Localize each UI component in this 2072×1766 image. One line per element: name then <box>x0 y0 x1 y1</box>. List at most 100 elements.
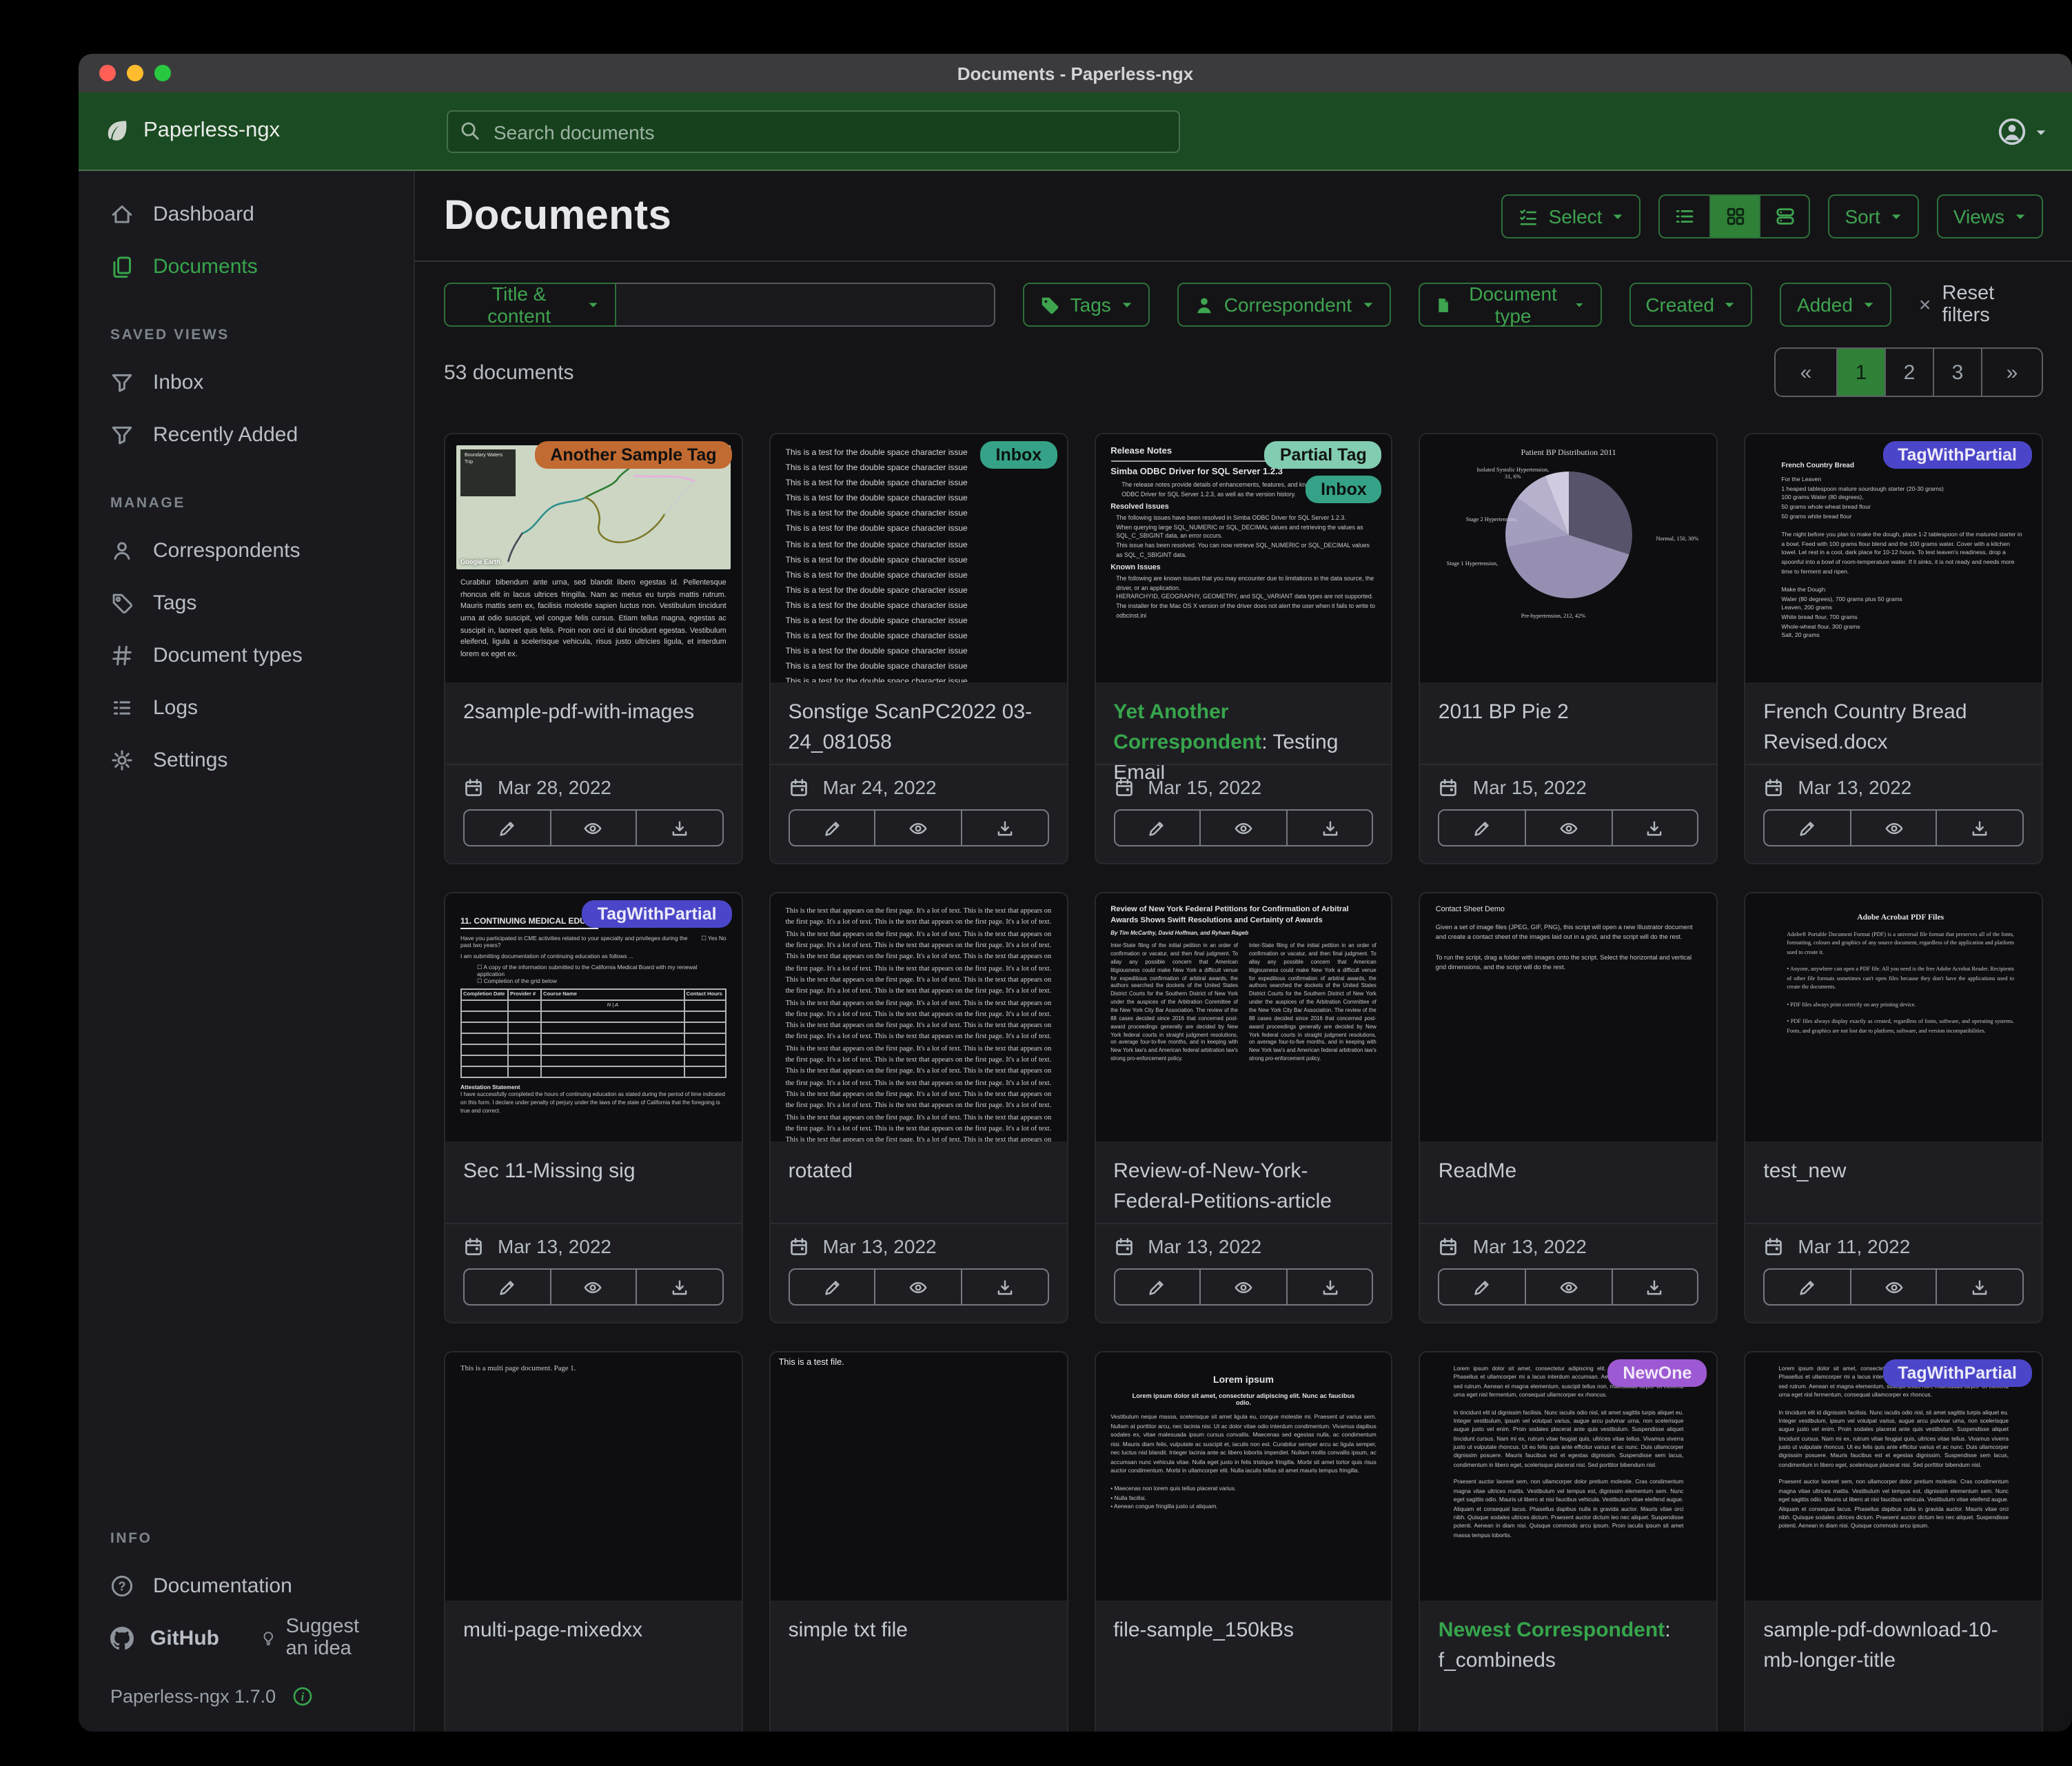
pagination-page-2[interactable]: 2 <box>1885 349 1933 396</box>
close-window-button[interactable] <box>99 65 116 81</box>
edit-document-button[interactable] <box>465 811 549 845</box>
sort-button[interactable]: Sort <box>1828 194 1918 238</box>
document-thumbnail[interactable]: French Country BreadFor the Leaven 1 hea… <box>1745 434 2042 682</box>
download-document-button[interactable] <box>961 1270 1047 1304</box>
sidebar-item-tags[interactable]: Tags <box>79 576 414 629</box>
document-title[interactable]: Review-of-New-York-Federal-Petitions-art… <box>1113 1157 1374 1217</box>
document-correspondent[interactable]: Newest Correspondent <box>1439 1618 1665 1642</box>
view-document-button[interactable] <box>1525 1270 1611 1304</box>
filter-tags-button[interactable]: Tags <box>1024 283 1150 327</box>
brand[interactable]: Paperless-ngx <box>103 117 280 145</box>
edit-document-button[interactable] <box>1765 811 1849 845</box>
filter-document-type-button[interactable]: Document type <box>1418 283 1601 327</box>
download-document-button[interactable] <box>1936 1270 2022 1304</box>
view-mode-grid[interactable] <box>1709 196 1759 237</box>
title-content-input[interactable] <box>616 283 996 327</box>
view-document-button[interactable] <box>1850 811 1936 845</box>
sidebar-item-inbox[interactable]: Inbox <box>79 356 414 408</box>
document-thumbnail[interactable]: Adobe Acrobat PDF FilesAdobe® Portable D… <box>1745 893 2042 1141</box>
document-thumbnail[interactable]: This is a test for the double space char… <box>771 434 1067 682</box>
download-document-button[interactable] <box>1611 1270 1697 1304</box>
minimize-window-button[interactable] <box>127 65 143 81</box>
document-title[interactable]: simple txt file <box>789 1616 1049 1646</box>
edit-document-button[interactable] <box>465 1270 549 1304</box>
document-thumbnail[interactable]: This is a test file. <box>771 1352 1067 1601</box>
document-thumbnail[interactable]: Lorem ipsumLorem ipsum dolor sit amet, c… <box>1095 1352 1392 1601</box>
tag-badge[interactable]: TagWithPartial <box>1882 1359 2032 1387</box>
user-menu[interactable] <box>1998 116 2047 145</box>
tag-badge[interactable]: Partial Tag <box>1265 441 1382 469</box>
download-document-button[interactable] <box>636 1270 722 1304</box>
view-document-button[interactable] <box>1199 1270 1286 1304</box>
document-thumbnail[interactable]: Lorem ipsum dolor sit amet, consectetur … <box>1421 1352 1717 1601</box>
document-title[interactable]: rotated <box>789 1157 1049 1187</box>
view-document-button[interactable] <box>549 811 636 845</box>
view-mode-details[interactable] <box>1759 196 1809 237</box>
view-document-button[interactable] <box>875 811 961 845</box>
document-title[interactable]: sample-pdf-download-10-mb-longer-title <box>1763 1616 2024 1676</box>
title-content-dropdown[interactable]: Title & content <box>444 283 616 327</box>
download-document-button[interactable] <box>1286 1270 1372 1304</box>
search-input[interactable] <box>447 110 1180 153</box>
document-title[interactable]: multi-page-mixedxx <box>463 1616 724 1646</box>
edit-document-button[interactable] <box>1765 1270 1849 1304</box>
view-document-button[interactable] <box>1199 811 1286 845</box>
document-title[interactable]: file-sample_150kBs <box>1113 1616 1374 1646</box>
pagination-page-1[interactable]: 1 <box>1836 349 1885 396</box>
sidebar-item-suggest-idea[interactable]: Suggest an idea <box>261 1616 382 1660</box>
filter-correspondent-button[interactable]: Correspondent <box>1177 283 1390 327</box>
edit-document-button[interactable] <box>1115 811 1199 845</box>
view-document-button[interactable] <box>1525 811 1611 845</box>
document-title[interactable]: Sec 11-Missing sig <box>463 1157 724 1187</box>
download-document-button[interactable] <box>1286 811 1372 845</box>
pagination-page-3[interactable]: 3 <box>1933 349 1981 396</box>
document-thumbnail[interactable]: Contact Sheet DemoGiven a set of image f… <box>1421 893 1717 1141</box>
document-thumbnail[interactable]: Lorem ipsum dolor sit amet, consectetur … <box>1745 1352 2042 1601</box>
sidebar-item-github[interactable]: GitHub <box>110 1626 219 1650</box>
tag-badge[interactable]: TagWithPartial <box>582 900 732 928</box>
view-document-button[interactable] <box>1850 1270 1936 1304</box>
reset-filters-button[interactable]: × Reset filters <box>1919 283 2043 327</box>
download-document-button[interactable] <box>1936 811 2022 845</box>
sidebar-item-documentation[interactable]: ? Documentation <box>79 1559 414 1612</box>
document-title[interactable]: 2sample-pdf-with-images <box>463 698 724 728</box>
sidebar-item-document-types[interactable]: Document types <box>79 629 414 681</box>
views-button[interactable]: Views <box>1937 194 2043 238</box>
sidebar-item-dashboard[interactable]: Dashboard <box>79 187 414 240</box>
edit-document-button[interactable] <box>1440 811 1525 845</box>
document-thumbnail[interactable]: This is the text that appears on the fir… <box>771 893 1067 1141</box>
pagination-next[interactable]: » <box>1981 349 2042 396</box>
sidebar-item-correspondents[interactable]: Correspondents <box>79 524 414 576</box>
filter-created-button[interactable]: Created <box>1629 283 1753 327</box>
download-document-button[interactable] <box>961 811 1047 845</box>
document-title[interactable]: French Country Bread Revised.docx <box>1763 698 2024 758</box>
document-title[interactable]: Sonstige ScanPC2022 03-24_081058 <box>789 698 1049 758</box>
zoom-window-button[interactable] <box>154 65 171 81</box>
tag-badge[interactable]: Another Sample Tag <box>535 441 731 469</box>
document-title[interactable]: Newest Correspondent: f_combineds <box>1439 1616 1699 1676</box>
view-document-button[interactable] <box>549 1270 636 1304</box>
edit-document-button[interactable] <box>1115 1270 1199 1304</box>
sidebar-item-recently-added[interactable]: Recently Added <box>79 408 414 460</box>
download-document-button[interactable] <box>1611 811 1697 845</box>
edit-document-button[interactable] <box>790 1270 875 1304</box>
tag-badge[interactable]: Inbox <box>981 441 1057 469</box>
document-thumbnail[interactable]: Patient BP Distribution 2011Isolated Sys… <box>1421 434 1717 682</box>
document-correspondent[interactable]: Yet Another Correspondent <box>1113 700 1261 754</box>
sidebar-item-logs[interactable]: Logs <box>79 681 414 733</box>
tag-badge[interactable]: Inbox <box>1306 476 1382 503</box>
document-thumbnail[interactable]: Review of New York Federal Petitions for… <box>1095 893 1392 1141</box>
document-title[interactable]: 2011 BP Pie 2 <box>1439 698 1699 728</box>
edit-document-button[interactable] <box>1440 1270 1525 1304</box>
tag-badge[interactable]: NewOne <box>1607 1359 1707 1387</box>
view-document-button[interactable] <box>875 1270 961 1304</box>
filter-added-button[interactable]: Added <box>1780 283 1891 327</box>
document-thumbnail[interactable]: 11. CONTINUING MEDICAL EDUCAHave you par… <box>445 893 742 1141</box>
download-document-button[interactable] <box>636 811 722 845</box>
info-icon[interactable]: i <box>292 1686 313 1707</box>
document-thumbnail[interactable]: Boundary Waters TripGoogle EarthCurabitu… <box>445 434 742 682</box>
document-title[interactable]: test_new <box>1763 1157 2024 1187</box>
edit-document-button[interactable] <box>790 811 875 845</box>
sidebar-item-documents[interactable]: Documents <box>79 240 414 292</box>
select-button[interactable]: Select <box>1502 194 1641 238</box>
